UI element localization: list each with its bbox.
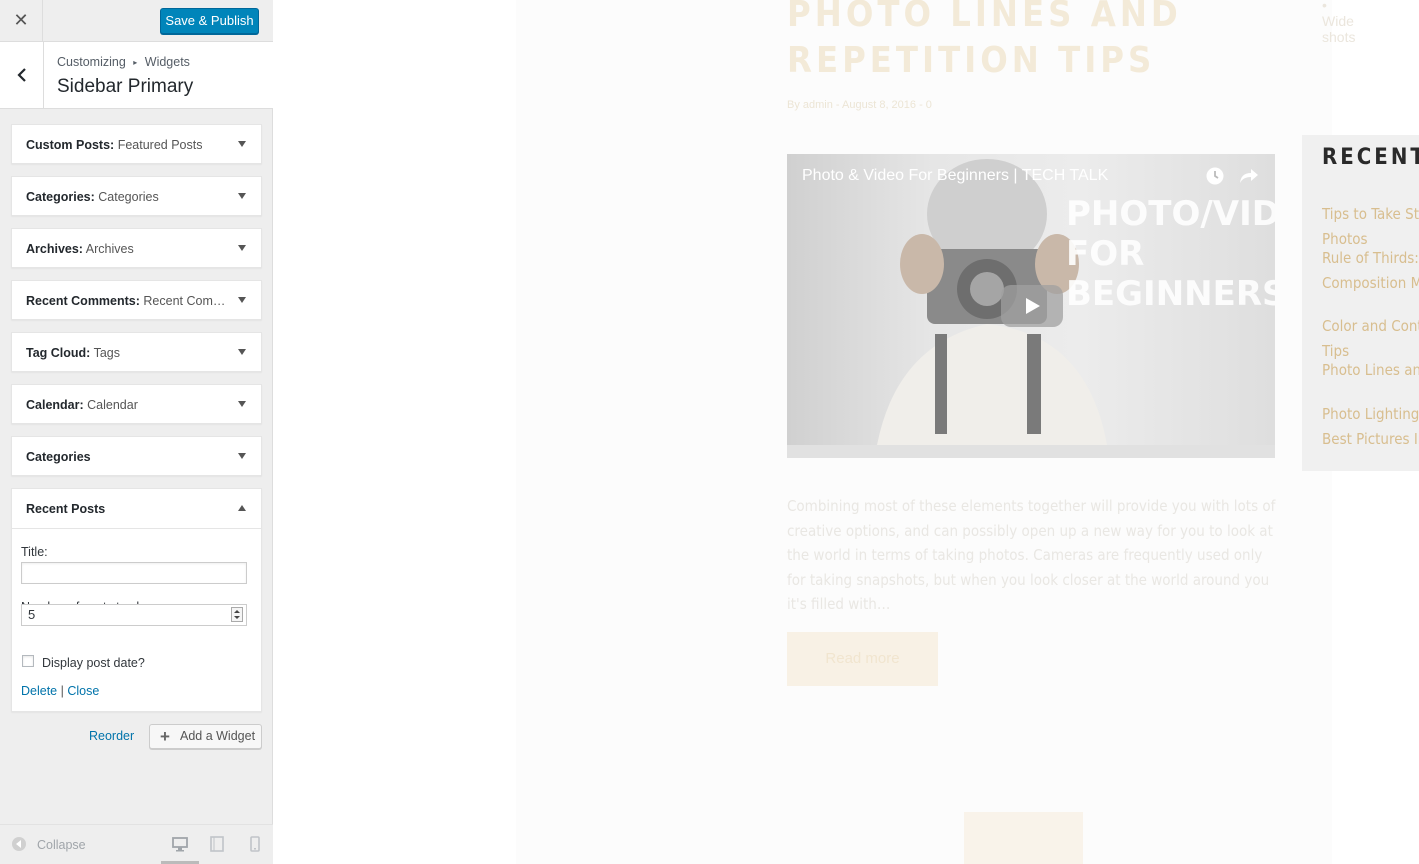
video-title[interactable]: Photo & Video For Beginners | TECH TALK [802,167,1108,185]
display-date-label[interactable]: Display post date? [42,656,145,670]
widget-title: Custom Posts: Featured Posts [26,138,203,152]
recent-post-link[interactable]: Rule of Thirds: A Photo Composition Must… [1322,246,1419,295]
video-overlay-text: PHOTO/VIDEO FOR BEGINNERS [1066,194,1275,314]
add-widget-label: Add a Widget [180,729,256,743]
widget-title: Recent Posts [26,502,106,516]
caret-down-icon[interactable] [238,297,246,303]
tablet-icon[interactable] [207,834,227,854]
plus-icon: + [160,727,170,746]
watch-later-icon[interactable] [1205,166,1225,186]
widget-tag-cloud[interactable]: Tag Cloud: Tags [11,332,262,372]
widget-title: Recent Comments: Recent Com… [26,294,226,308]
customizer-header: ✕ Save & Publish [0,0,273,42]
caret-down-icon[interactable] [238,141,246,147]
widget-recent-posts-header[interactable]: Recent Posts [12,489,261,529]
customizer-panel: ✕ Save & Publish Customizing ▸ Widgets S… [0,0,273,864]
recent-posts-title: RECENT POSTS [1322,145,1419,170]
caret-down-icon[interactable] [238,453,246,459]
share-icon[interactable] [1238,166,1260,186]
post-title[interactable]: Photo Lines and Repetition Tips [787,0,1267,84]
widget-recent-posts: Recent Posts Title: Number of posts to s… [11,488,262,712]
caret-up-icon[interactable] [238,505,246,511]
delete-link[interactable]: Delete [21,684,57,698]
post-excerpt: Combining most of these elements togethe… [787,497,1276,613]
recent-post-link[interactable]: Photo Lines and Repetition Tips [1322,358,1419,383]
reorder-link[interactable]: Reorder [89,729,134,743]
close-customizer-button[interactable]: ✕ [0,0,43,41]
post-meta: By admin - August 8, 2016 - 0 [787,99,932,111]
widget-categories[interactable]: Categories: Categories [11,176,262,216]
breadcrumb: Customizing ▸ Widgets [57,55,190,69]
collapse-button[interactable]: Collapse [37,838,86,852]
close-icon: ✕ [13,10,29,30]
back-button[interactable] [0,42,44,108]
widget-title: Tag Cloud: Tags [26,346,120,360]
recent-posts-widget: RECENT POSTS Tips to Take Stunning Portr… [1302,135,1419,471]
content-area: Photo Lines and Repetition Tips By admin… [516,0,1419,864]
sidebar-list-item[interactable]: • Wide shots [1322,0,1355,45]
widget-archives[interactable]: Archives: Archives [11,228,262,268]
caret-down-icon[interactable] [238,193,246,199]
desktop-icon[interactable] [170,834,190,854]
collapse-icon[interactable] [12,837,26,851]
recent-post-link[interactable]: Photo Lighting: How to Take Your Best Pi… [1322,402,1419,451]
title-label: Title: [21,545,48,559]
title-input[interactable] [21,562,247,584]
add-widget-button[interactable]: + Add a Widget [149,724,262,749]
number-posts-stepper[interactable]: 5 [21,604,247,626]
read-more-button[interactable]: Read more [787,632,938,686]
widget-recent-comments[interactable]: Recent Comments: Recent Com… [11,280,262,320]
breadcrumb-widgets: Widgets [144,55,190,69]
widget-title: Categories [26,450,91,464]
actions-separator: | [60,684,64,698]
recent-post-link[interactable]: Tips to Take Stunning Portrait Photos [1322,202,1419,251]
video-embed[interactable]: Photo & Video For Beginners | TECH TALK … [787,154,1275,458]
breadcrumb-separator: ▸ [133,58,138,67]
widget-title: Calendar: Calendar [26,398,138,412]
close-link[interactable]: Close [67,684,99,698]
recent-post-link[interactable]: Color and Contrast Photography Tips [1322,314,1419,363]
caret-down-icon[interactable] [238,349,246,355]
widget-actions: Delete | Close [21,684,99,698]
widget-title: Archives: Archives [26,242,134,256]
chevron-left-icon [16,68,26,82]
breadcrumb-customizing: Customizing [57,55,126,69]
section-title: Sidebar Primary [57,76,194,97]
widget-calendar[interactable]: Calendar: Calendar [11,384,262,424]
widget-categories-2[interactable]: Categories [11,436,262,476]
pagination-button[interactable] [964,812,1083,864]
number-posts-input[interactable]: 5 [21,604,247,626]
display-date-checkbox[interactable] [22,655,34,667]
play-icon[interactable] [1001,285,1063,327]
widget-title: Categories: Categories [26,190,159,204]
spinner-icon[interactable] [231,607,243,622]
widget-custom-posts[interactable]: Custom Posts: Featured Posts [11,124,262,164]
section-header: Customizing ▸ Widgets Sidebar Primary [0,42,273,109]
customizer-footer: Collapse [0,824,273,864]
caret-down-icon[interactable] [238,401,246,407]
caret-down-icon[interactable] [238,245,246,251]
save-publish-button[interactable]: Save & Publish [160,8,259,34]
mobile-icon[interactable] [245,834,265,854]
site-preview[interactable]: Photo Lines and Repetition Tips By admin… [274,0,1419,864]
